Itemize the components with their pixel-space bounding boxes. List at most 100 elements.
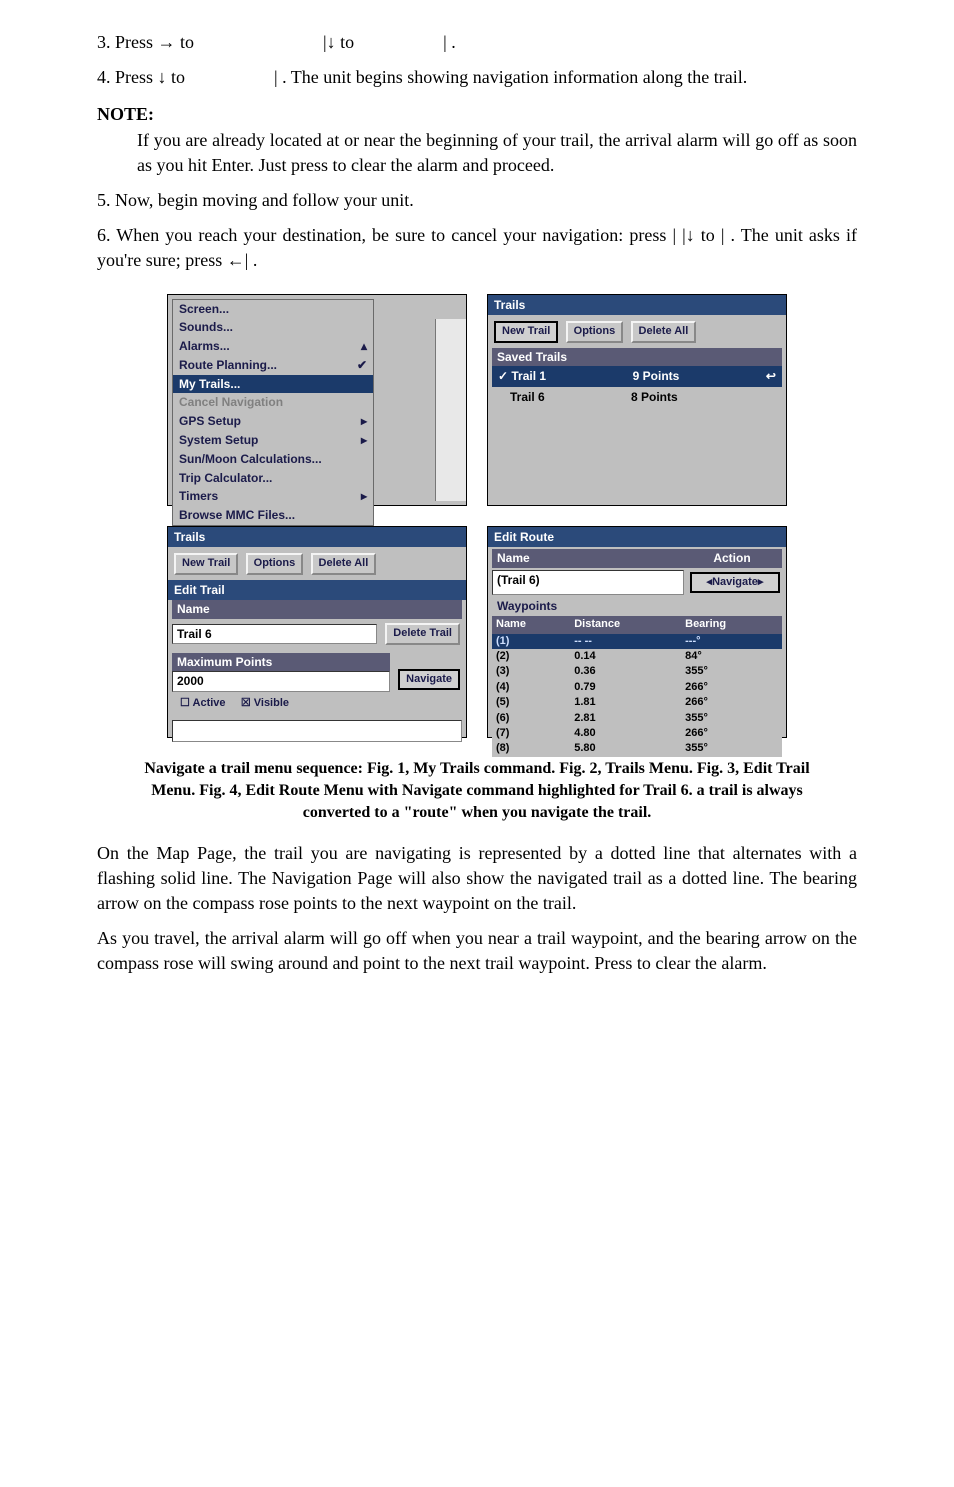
col-name: Name: [492, 616, 570, 633]
active-checkbox[interactable]: ☐ Active: [180, 697, 226, 709]
navigate-label: Navigate: [712, 576, 758, 588]
wp-dist: 5.80: [570, 741, 681, 756]
trail-row-2[interactable]: Trail 6 8 Points: [492, 387, 782, 408]
trail-row-1-pts: 9 Points: [633, 368, 680, 385]
menu-gps-setup[interactable]: GPS Setup▸: [173, 412, 373, 431]
paragraph-2: As you travel, the arrival alarm will go…: [97, 926, 857, 976]
fig3-bottom-field[interactable]: [172, 720, 462, 742]
menu-sunmoon[interactable]: Sun/Moon Calculations...: [173, 450, 373, 469]
route-name-field[interactable]: (Trail 6): [492, 570, 684, 595]
visible-checkbox[interactable]: ☒ Visible: [241, 697, 289, 709]
active-label: Active: [193, 697, 226, 709]
fig2-title: Trails: [488, 295, 786, 316]
step-4: 4. Press ↓ to | . The unit begins showin…: [97, 65, 857, 90]
return-icon: ↩: [766, 368, 776, 385]
note-heading: NOTE:: [97, 102, 857, 127]
wp-name: (5): [492, 695, 570, 710]
visible-label: Visible: [254, 697, 289, 709]
menu-timers-label: Timers: [179, 489, 218, 503]
delete-all-button[interactable]: Delete All: [311, 553, 377, 574]
fig1-panel: Screen... Sounds... Alarms...▴ Route Pla…: [167, 294, 467, 506]
submenu-arrow-icon: ▴: [361, 338, 367, 355]
table-row[interactable]: (7)4.80266°: [492, 726, 782, 741]
wp-name: (7): [492, 726, 570, 741]
trail-name-field[interactable]: Trail 6: [172, 624, 377, 645]
wp-name: (2): [492, 649, 570, 664]
wp-brg: 266°: [681, 680, 782, 695]
table-row[interactable]: (8)5.80355°: [492, 741, 782, 756]
trail-row-2-name: Trail 6: [498, 389, 545, 406]
col-distance: Distance: [570, 616, 681, 633]
step-3: 3. Press → to |↓ to | .: [97, 30, 857, 55]
wp-name: (6): [492, 711, 570, 726]
waypoints-table: Name Distance Bearing (1)-- -----° (2)0.…: [492, 616, 782, 757]
table-row[interactable]: (5)1.81266°: [492, 695, 782, 710]
new-trail-button[interactable]: New Trail: [494, 321, 558, 342]
wp-name: (4): [492, 680, 570, 695]
new-trail-button[interactable]: New Trail: [174, 553, 238, 574]
fig1-map-scrap: [435, 319, 466, 501]
max-points-label: Maximum Points: [172, 653, 390, 672]
menu-my-trails[interactable]: My Trails...: [173, 375, 373, 394]
step-3b: |↓ to: [323, 32, 359, 52]
navigate-button[interactable]: Navigate: [398, 669, 460, 690]
table-row[interactable]: (4)0.79266°: [492, 680, 782, 695]
wp-name: (3): [492, 664, 570, 679]
fig3-title: Trails: [168, 527, 466, 548]
checkbox-row: ☐ Active ☒ Visible: [172, 692, 462, 715]
table-row[interactable]: (3)0.36355°: [492, 664, 782, 679]
waypoints-label: Waypoints: [492, 597, 782, 616]
submenu-arrow-icon: ▸: [361, 488, 367, 505]
table-row[interactable]: (2)0.1484°: [492, 649, 782, 664]
step-5: 5. Now, begin moving and follow your uni…: [97, 188, 857, 213]
menu-sys-label: System Setup: [179, 433, 258, 447]
submenu-arrow-icon: ▸: [361, 432, 367, 449]
route-action-label: Action: [682, 549, 782, 568]
navigate-button[interactable]: ◂Navigate▸: [690, 572, 780, 593]
delete-trail-button[interactable]: Delete Trail: [385, 623, 460, 644]
edit-trail-title: Edit Trail: [168, 580, 466, 601]
wp-brg: 355°: [681, 664, 782, 679]
menu-screen[interactable]: Screen...: [173, 300, 373, 319]
fig2-panel: Trails New Trail Options Delete All Save…: [487, 294, 787, 506]
fig3-panel: Trails New Trail Options Delete All Edit…: [167, 526, 467, 738]
menu-route-planning[interactable]: Route Planning... ✔: [173, 356, 373, 375]
wp-dist: 0.79: [570, 680, 681, 695]
step-3a: 3. Press → to: [97, 32, 199, 52]
options-button[interactable]: Options: [566, 321, 624, 342]
options-button[interactable]: Options: [246, 553, 304, 574]
delete-all-button[interactable]: Delete All: [631, 321, 697, 342]
figure-caption: Navigate a trail menu sequence: Fig. 1, …: [127, 758, 827, 825]
fig4-panel: Edit Route Name Action (Trail 6) ◂Naviga…: [487, 526, 787, 738]
menu-trip-calc[interactable]: Trip Calculator...: [173, 469, 373, 488]
table-row[interactable]: (6)2.81355°: [492, 711, 782, 726]
menu-alarms[interactable]: Alarms...▴: [173, 337, 373, 356]
menu-timers[interactable]: Timers ▸: [173, 487, 373, 506]
menu-sounds[interactable]: Sounds...: [173, 318, 373, 337]
step-4b: | . The unit begins showing navigation i…: [274, 67, 747, 87]
wp-name: (1): [492, 634, 570, 649]
wp-brg: ---°: [681, 634, 782, 649]
trail-row-2-pts: 8 Points: [631, 389, 678, 406]
menu-browse-mmc[interactable]: Browse MMC Files...: [173, 506, 373, 525]
trail-row-1-check: ✓ Trail 1: [498, 368, 546, 385]
max-points-field[interactable]: 2000: [172, 671, 390, 692]
step-3c: | .: [443, 32, 456, 52]
paragraph-1: On the Map Page, the trail you are navig…: [97, 841, 857, 917]
note-body: If you are already located at or near th…: [137, 128, 857, 178]
wp-dist: -- --: [570, 634, 681, 649]
menu-system-setup[interactable]: System Setup ▸: [173, 431, 373, 450]
wp-brg: 84°: [681, 649, 782, 664]
wp-dist: 2.81: [570, 711, 681, 726]
submenu-arrow-icon: ▸: [361, 413, 367, 430]
table-row[interactable]: (1)-- -----°: [492, 634, 782, 649]
wp-brg: 266°: [681, 726, 782, 741]
wp-dist: 1.81: [570, 695, 681, 710]
menu-route-label: Route Planning...: [179, 358, 277, 372]
trail-row-1[interactable]: ✓ Trail 1 9 Points ↩: [492, 366, 782, 387]
check-icon: ✔: [357, 357, 367, 374]
wp-brg: 355°: [681, 741, 782, 756]
wp-dist: 0.36: [570, 664, 681, 679]
wp-dist: 4.80: [570, 726, 681, 741]
saved-trails-label: Saved Trails: [492, 348, 782, 367]
